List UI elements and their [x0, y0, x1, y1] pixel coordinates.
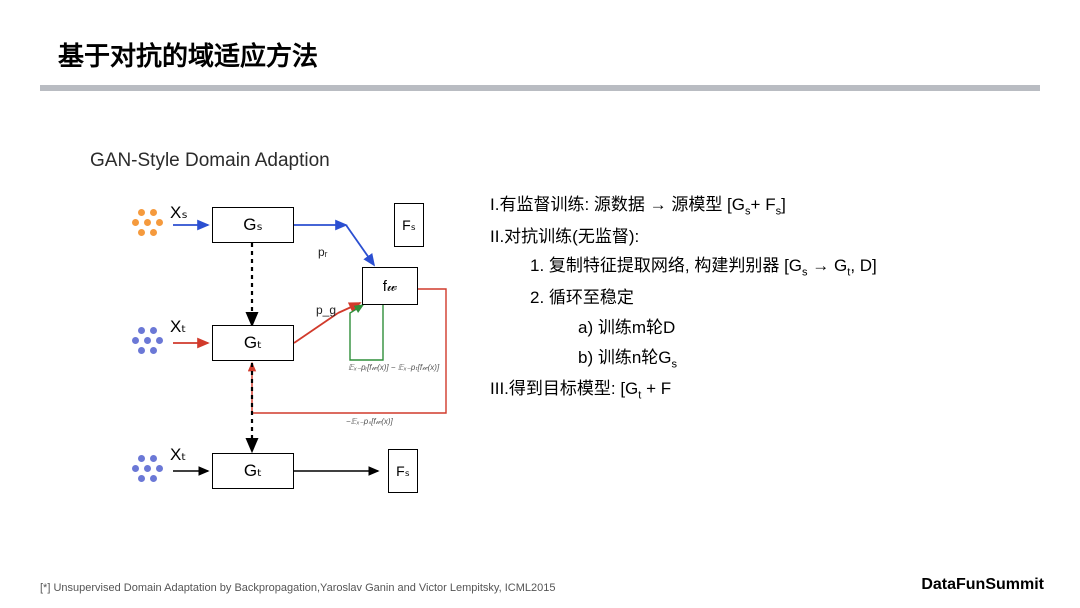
desc-step-1: I.有监督训练: 源数据 → 源模型 [Gs+ Fs] — [490, 190, 1060, 222]
pr-label: pᵣ — [318, 245, 328, 259]
desc-step-2-2b: b) 训练n轮Gs — [490, 343, 1060, 375]
target-data-cluster-icon — [128, 325, 164, 361]
xt-label: Xₜ — [170, 317, 186, 337]
loss-neg-formula: −𝔼ₓ₋pₛ[f𝓌(x)] — [346, 417, 393, 427]
description-list: I.有监督训练: 源数据 → 源模型 [Gs+ Fs] II.对抗训练(无监督)… — [490, 190, 1060, 406]
xs-label: Xₛ — [170, 203, 188, 223]
title-rule — [40, 85, 1040, 91]
gt2-box: Gₜ — [212, 453, 294, 489]
diagram-subtitle: GAN-Style Domain Adaption — [90, 150, 330, 172]
xt2-label: Xₜ — [170, 445, 186, 465]
gt-box: Gₜ — [212, 325, 294, 361]
gs-box: Gₛ — [212, 207, 294, 243]
pg-label: p_g — [316, 303, 336, 317]
desc-step-2-2: 2. 循环至稳定 — [490, 283, 1060, 313]
page-title: 基于对抗的域适应方法 — [58, 36, 318, 73]
fs2-box: Fₛ — [388, 449, 418, 493]
target-data-cluster2-icon — [128, 453, 164, 489]
source-data-cluster-icon — [128, 207, 164, 243]
gan-diagram: Xₛ Xₜ Xₜ Gₛ Gₜ Gₜ Fₛ f𝓌 Fₛ pᵣ p_g 𝔼ₓ₋pᵣ[… — [78, 185, 463, 525]
loss-pos-formula: 𝔼ₓ₋pᵣ[f𝓌(x)] − 𝔼ₓ₋pₜ[f𝓌(x)] — [348, 363, 458, 373]
brand-label: DataFunSummit — [921, 576, 1044, 594]
fw-box: f𝓌 — [362, 267, 418, 305]
footnote: [*] Unsupervised Domain Adaptation by Ba… — [40, 582, 555, 594]
fs-box: Fₛ — [394, 203, 424, 247]
desc-step-3: III.得到目标模型: [Gt + F — [490, 374, 1060, 406]
desc-step-2: II.对抗训练(无监督): — [490, 222, 1060, 252]
desc-step-2-2a: a) 训练m轮D — [490, 313, 1060, 343]
desc-step-2-1: 1. 复制特征提取网络, 构建判别器 [Gs → Gt, D] — [490, 251, 1060, 283]
